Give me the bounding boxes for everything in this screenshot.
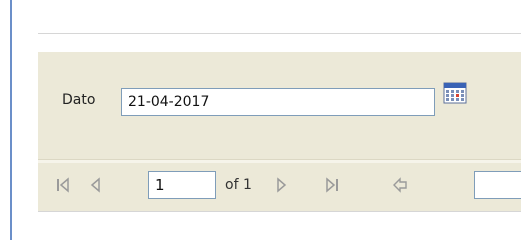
previous-page-icon[interactable]	[85, 174, 107, 196]
date-input[interactable]	[121, 88, 435, 116]
date-label: Dato	[62, 92, 96, 108]
page-number-input[interactable]	[148, 171, 216, 199]
find-text-input[interactable]	[474, 171, 521, 199]
report-toolbar: of 1	[38, 163, 521, 211]
top-divider	[38, 33, 521, 34]
back-icon[interactable]	[389, 174, 411, 196]
page-count-label: of 1	[225, 177, 252, 193]
first-page-icon[interactable]	[52, 174, 74, 196]
parameter-area: Dato	[38, 52, 521, 159]
bottom-divider	[38, 211, 521, 212]
last-page-icon[interactable]	[321, 174, 343, 196]
calendar-icon[interactable]	[443, 82, 467, 104]
next-page-icon[interactable]	[270, 174, 292, 196]
